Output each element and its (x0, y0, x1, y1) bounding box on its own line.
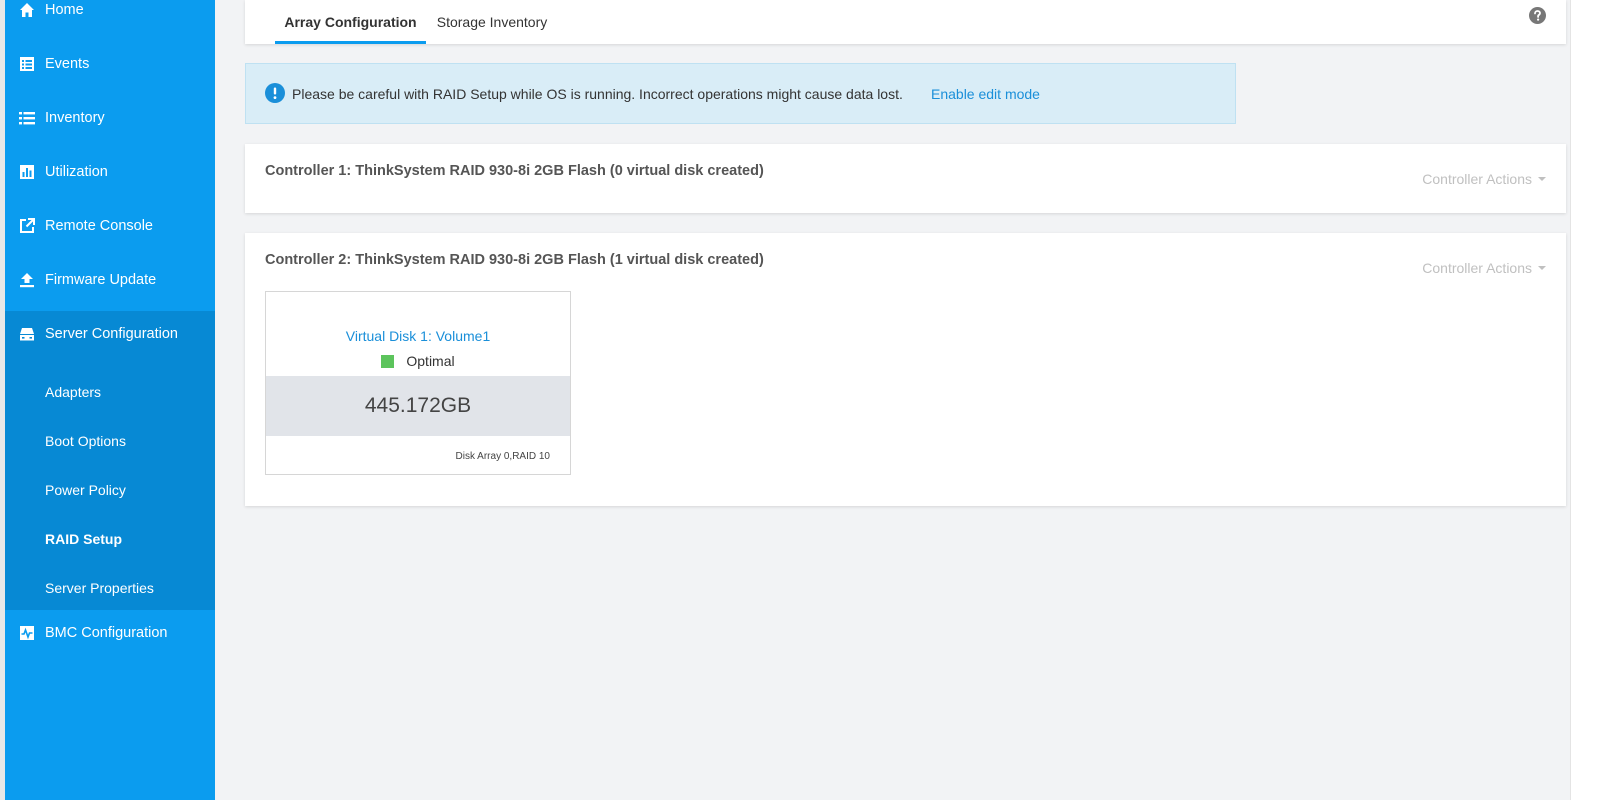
virtual-disk-tile[interactable]: Virtual Disk 1: Volume1 Optimal 445.172G… (265, 291, 571, 475)
server-icon (18, 325, 36, 343)
tab-label: Storage Inventory (436, 14, 548, 30)
sidebar-item-firmware-update[interactable]: Firmware Update (5, 260, 215, 300)
sidebar-item-bmc-configuration[interactable]: BMC Configuration (5, 613, 215, 653)
enable-edit-mode-link[interactable]: Enable edit mode (931, 86, 1040, 102)
server-configuration-submenu: Server Configuration Adapters Boot Optio… (5, 311, 215, 610)
sidebar-item-label: Utilization (45, 164, 108, 180)
sidebar-item-utilization[interactable]: Utilization (5, 152, 215, 192)
info-icon (265, 83, 285, 103)
tab-bar: Array Configuration Storage Inventory (245, 0, 1566, 44)
status-optimal-icon (381, 354, 395, 368)
sidebar-item-label: Remote Console (45, 218, 153, 234)
sidebar-subitem-label: Adapters (45, 384, 102, 400)
tab-storage-inventory[interactable]: Storage Inventory (432, 0, 552, 44)
controller-actions-label: Controller Actions (1422, 260, 1532, 276)
tab-label: Array Configuration (284, 14, 417, 30)
sidebar-item-label: Events (45, 56, 90, 72)
sidebar-subitem-label: Server Properties (45, 580, 154, 596)
sidebar-subitem-raid-setup[interactable]: RAID Setup (5, 519, 215, 559)
controller-title: Controller 1: ThinkSystem RAID 930-8i 2G… (265, 163, 764, 179)
alert-message: Please be careful with RAID Setup while … (292, 86, 903, 102)
list-icon (18, 109, 36, 127)
controller-card: Controller 1: ThinkSystem RAID 930-8i 2G… (245, 144, 1566, 213)
controller-card: Controller 2: ThinkSystem RAID 930-8i 2G… (245, 233, 1566, 506)
caret-down-icon (1538, 177, 1546, 181)
sidebar-item-events[interactable]: Events (5, 44, 215, 84)
sidebar-nav: Home Events Inventory Utilization Remote… (5, 0, 215, 800)
sidebar-item-label: Inventory (45, 110, 105, 126)
help-icon[interactable] (1529, 7, 1546, 24)
pulse-icon (18, 624, 36, 642)
sidebar-item-home[interactable]: Home (5, 0, 215, 30)
tab-array-configuration[interactable]: Array Configuration (275, 0, 426, 44)
virtual-disk-status: Optimal (266, 353, 570, 369)
virtual-disk-size: 445.172GB (364, 394, 472, 417)
external-link-icon (18, 217, 36, 235)
sidebar-item-label: Server Configuration (45, 326, 178, 342)
sidebar-subitem-label: Boot Options (45, 433, 126, 449)
controller-actions-label: Controller Actions (1422, 171, 1532, 187)
bar-chart-icon (18, 163, 36, 181)
virtual-disk-size-band: 445.172GB (266, 376, 570, 436)
sidebar-subitem-boot-options[interactable]: Boot Options (5, 421, 215, 461)
controller-title: Controller 2: ThinkSystem RAID 930-8i 2G… (265, 252, 764, 268)
sidebar-subitem-label: RAID Setup (45, 531, 122, 547)
sidebar-item-label: BMC Configuration (45, 625, 168, 641)
sidebar-subitem-label: Power Policy (45, 482, 126, 498)
virtual-disk-array-info: Disk Array 0,RAID 10 (455, 451, 550, 462)
sidebar-subitem-server-properties[interactable]: Server Properties (5, 568, 215, 608)
status-label: Optimal (406, 353, 455, 369)
sidebar-subitem-power-policy[interactable]: Power Policy (5, 470, 215, 510)
caret-down-icon (1538, 266, 1546, 270)
virtual-disk-name[interactable]: Virtual Disk 1: Volume1 (266, 328, 570, 344)
window-right-border (1570, 0, 1600, 800)
events-icon (18, 55, 36, 73)
raid-warning-alert: Please be careful with RAID Setup while … (245, 63, 1236, 124)
home-icon (18, 1, 36, 19)
sidebar-item-inventory[interactable]: Inventory (5, 98, 215, 138)
sidebar-item-remote-console[interactable]: Remote Console (5, 206, 215, 246)
upload-icon (18, 271, 36, 289)
sidebar-item-label: Firmware Update (45, 272, 157, 288)
controller-actions-dropdown[interactable]: Controller Actions (1422, 260, 1546, 276)
sidebar-item-label: Home (45, 2, 84, 18)
sidebar-subitem-adapters[interactable]: Adapters (5, 372, 215, 412)
controller-actions-dropdown[interactable]: Controller Actions (1422, 171, 1546, 187)
sidebar-item-server-configuration[interactable]: Server Configuration (5, 314, 215, 354)
